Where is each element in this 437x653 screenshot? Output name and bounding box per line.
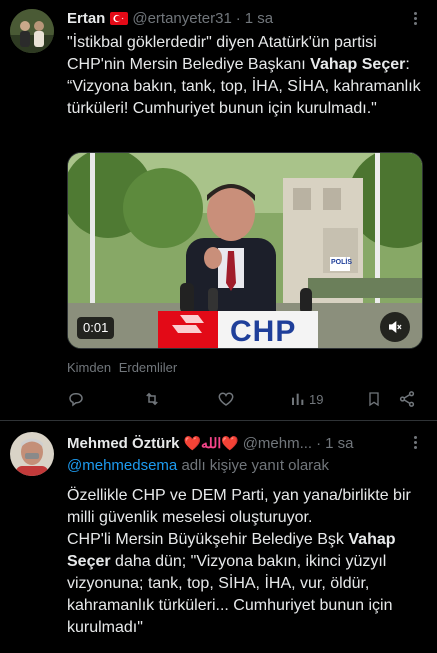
- views-count: 19: [309, 391, 324, 407]
- sign-text: POLİS: [331, 259, 353, 266]
- reply-context: @mehmedsema adlı kişiye yanıt olarak: [67, 457, 330, 474]
- more-icon[interactable]: [407, 434, 423, 450]
- source-link[interactable]: Erdemliler: [119, 360, 178, 375]
- mention-bold: Vahap Seçer: [310, 56, 406, 73]
- turkey-flag-icon: [110, 11, 129, 25]
- like-icon: [218, 392, 234, 406]
- text-line-2: CHP'li Mersin Büyükşehir Belediye Bşk Va…: [67, 531, 396, 636]
- views-icon: [292, 393, 304, 405]
- author-handle[interactable]: @ertanyeter31: [132, 10, 231, 27]
- timestamp[interactable]: 1 sa: [245, 10, 273, 27]
- more-icon[interactable]: [407, 10, 423, 26]
- heart-emoji-icon: ❤️الله❤️: [183, 434, 239, 451]
- reply-mention[interactable]: @mehmedsema: [67, 457, 177, 474]
- source-line: Kimden Erdemliler: [67, 360, 178, 375]
- podium-logo: CHP: [230, 315, 297, 348]
- text-line-1: Özellikle CHP ve DEM Parti, yan yana/bir…: [67, 487, 411, 526]
- tweet-header: Mehmed Öztürk ❤️الله❤️ @mehm... · 1 sa: [67, 433, 353, 453]
- share-button[interactable]: [398, 388, 416, 410]
- tweet-text: "İstikbal göklerdedir" diyen Atatürk'ün …: [67, 34, 421, 117]
- action-bar: 19: [62, 388, 422, 410]
- separator: ·: [316, 434, 322, 452]
- tweet-header: Ertan @ertanyeter31 · 1 sa: [67, 8, 273, 28]
- author-name[interactable]: Mehmed Öztürk: [67, 435, 180, 452]
- share-icon: [399, 391, 415, 407]
- tweet-ertan[interactable]: Ertan @ertanyeter31 · 1 sa "İstikbal gök…: [0, 0, 437, 421]
- like-button[interactable]: [217, 388, 235, 410]
- timestamp[interactable]: 1 sa: [325, 435, 353, 452]
- separator: ·: [235, 9, 241, 27]
- video-duration: 0:01: [77, 317, 115, 339]
- avatar-mehmed[interactable]: [10, 432, 54, 476]
- retweet-icon: [146, 392, 158, 406]
- mute-icon[interactable]: [380, 312, 410, 342]
- retweet-button[interactable]: [142, 388, 162, 410]
- bookmark-button[interactable]: [366, 388, 382, 410]
- bookmark-icon: [369, 392, 379, 407]
- video-player[interactable]: CHP POLİS 0:01: [67, 152, 423, 349]
- tweet-text: Özellikle CHP ve DEM Parti, yan yana/bir…: [67, 485, 429, 639]
- avatar-ertan[interactable]: [10, 9, 54, 53]
- reply-button[interactable]: [67, 388, 85, 410]
- author-handle[interactable]: @mehm...: [243, 435, 312, 452]
- reply-icon: [69, 393, 83, 407]
- views-button[interactable]: 19: [290, 388, 323, 410]
- author-name[interactable]: Ertan: [67, 10, 105, 27]
